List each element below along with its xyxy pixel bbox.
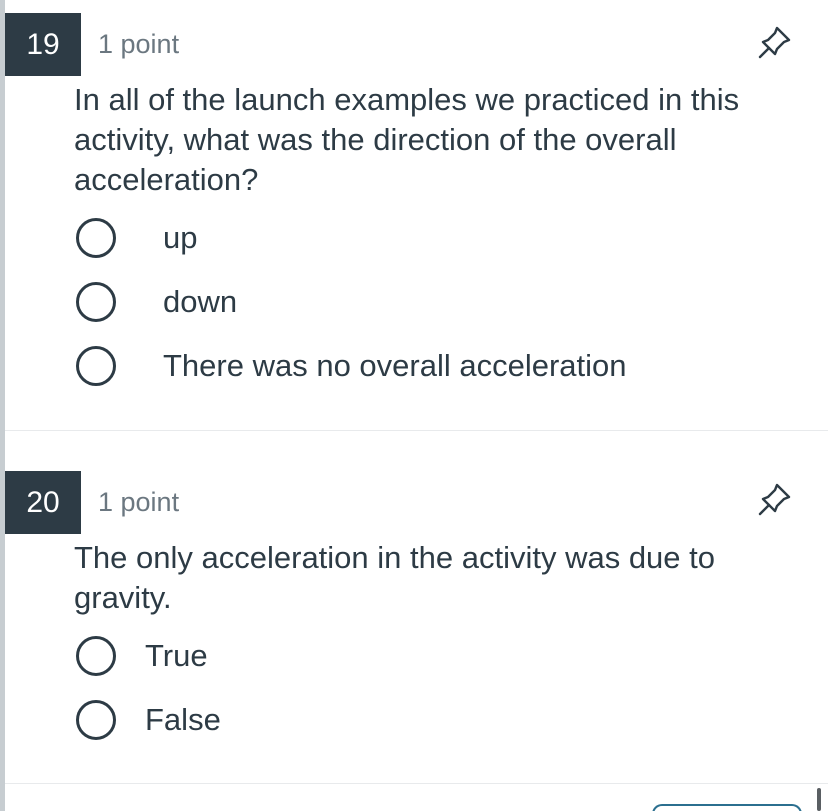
question-number-badge: 20: [5, 471, 81, 534]
question-points: 1 point: [98, 487, 180, 517]
radio-button[interactable]: [76, 282, 116, 322]
question-text: The only acceleration in the activity wa…: [74, 540, 716, 615]
radio-button[interactable]: [76, 346, 116, 386]
pin-icon[interactable]: [755, 479, 795, 519]
answer-option-false[interactable]: False: [76, 698, 776, 744]
answer-label: down: [163, 284, 238, 319]
scrollbar-thumb[interactable]: [817, 788, 821, 811]
answer-option-up[interactable]: up: [76, 216, 776, 262]
question-19: 19 1 point In all of the launch examples…: [5, 0, 828, 430]
question-number-badge: 19: [5, 13, 81, 76]
answer-label: True: [145, 638, 208, 673]
radio-button[interactable]: [76, 218, 116, 258]
question-text: In all of the launch examples we practic…: [74, 82, 740, 197]
question-20: 20 1 point The only acceleration in the …: [5, 431, 828, 783]
pin-icon[interactable]: [755, 22, 795, 62]
answer-option-no-acceleration[interactable]: There was no overall acceleration: [76, 344, 776, 390]
radio-button[interactable]: [76, 636, 116, 676]
answer-label: False: [145, 702, 221, 737]
question-divider: [5, 783, 828, 784]
question-points: 1 point: [98, 29, 180, 59]
radio-button[interactable]: [76, 700, 116, 740]
answer-label: up: [163, 220, 198, 255]
answer-option-down[interactable]: down: [76, 280, 776, 326]
answer-option-true[interactable]: True: [76, 634, 776, 680]
answer-label: There was no overall acceleration: [163, 348, 627, 383]
next-button-partial[interactable]: [652, 804, 802, 811]
